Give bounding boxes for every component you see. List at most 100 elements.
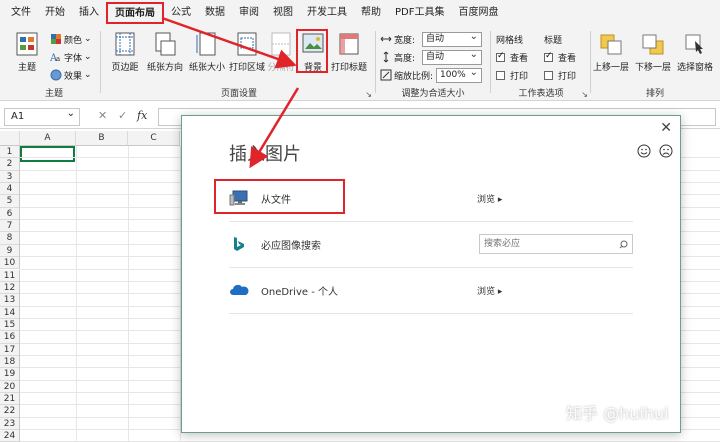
row-header[interactable]: 11 [0, 269, 20, 282]
menu-page-layout[interactable]: 页面布局 [106, 2, 164, 24]
print-titles-button[interactable]: 打印标题 [330, 29, 368, 81]
page-setup-group-label: 页面设置 [220, 89, 257, 99]
row-header[interactable]: 6 [0, 207, 20, 221]
row-header[interactable]: 4 [0, 183, 20, 196]
row-header[interactable]: 20 [0, 380, 20, 393]
fonts-icon: Aa [50, 53, 60, 63]
row-header[interactable]: 1 [0, 146, 20, 159]
send-backward-button[interactable]: 下移一层 [634, 29, 672, 81]
frown-icon[interactable] [659, 144, 673, 158]
close-icon[interactable]: ✕ [660, 120, 672, 136]
scale-spinner[interactable]: 100% [436, 66, 482, 83]
row-header[interactable]: 24 [0, 430, 20, 442]
menu-file[interactable]: 文件 [4, 0, 38, 25]
print-titles-label: 打印标题 [330, 63, 367, 73]
column-header[interactable]: B [76, 131, 128, 146]
bing-search-option[interactable]: 必应图像搜索 [229, 222, 633, 268]
menu-developer[interactable]: 开发工具 [300, 0, 354, 25]
arrange-group-label: 排列 [645, 89, 664, 99]
row-header[interactable]: 14 [0, 306, 20, 319]
theme-button[interactable]: 主题 [8, 29, 46, 81]
row-header[interactable]: 19 [0, 368, 20, 381]
menu-review[interactable]: 审阅 [232, 0, 266, 25]
menu-data[interactable]: 数据 [198, 0, 232, 25]
headings-print-checkbox[interactable]: 打印 [544, 67, 576, 83]
menu-baidu-netdisk[interactable]: 百度网盘 [451, 0, 505, 25]
search-icon[interactable] [619, 240, 628, 249]
row-header[interactable]: 15 [0, 318, 20, 332]
row-header[interactable]: 5 [0, 195, 20, 208]
effects-icon [50, 69, 62, 81]
sheet-options-group-label: 工作表选项 [518, 89, 564, 99]
onedrive-label: OneDrive - 个人 [261, 287, 338, 298]
name-box[interactable]: A1 [4, 106, 80, 126]
row-header[interactable]: 10 [0, 257, 20, 270]
gridlines-print-checkbox[interactable]: 打印 [496, 67, 528, 83]
selection-pane-button[interactable]: 选择窗格 [676, 29, 714, 81]
print-area-icon [237, 32, 257, 56]
fonts-button[interactable]: Aa 字体 ⌄ [50, 49, 92, 65]
dialog-launcher-icon[interactable]: ↘ [581, 90, 588, 99]
insert-function-icon[interactable]: fx [137, 109, 147, 122]
bring-forward-button[interactable]: 上移一层 [592, 29, 630, 81]
size-button[interactable]: 纸张大小 [188, 29, 226, 81]
browse-link[interactable]: 浏览 ▸ [477, 192, 502, 205]
print-area-button[interactable]: 打印区域 [228, 29, 266, 81]
breaks-icon [271, 32, 291, 56]
orientation-button[interactable]: 纸张方向 [146, 29, 184, 81]
menu-view[interactable]: 视图 [266, 0, 300, 25]
row-header[interactable]: 22 [0, 405, 20, 418]
checkbox-icon [496, 70, 505, 80]
scale-group-label: 调整为合适大小 [401, 89, 465, 99]
row-header[interactable]: 3 [0, 170, 20, 184]
menu-insert[interactable]: 插入 [72, 0, 106, 25]
menu-formulas[interactable]: 公式 [164, 0, 198, 25]
menu-home[interactable]: 开始 [38, 0, 72, 25]
menu-help[interactable]: 帮助 [354, 0, 388, 25]
active-cell[interactable] [20, 146, 75, 162]
sheet-options-group: 网格线 查看 打印 标题 查看 打印 工作表选项 ↘ [494, 27, 588, 99]
row-header[interactable]: 7 [0, 220, 20, 233]
scale-row: 缩放比例: [380, 67, 433, 83]
column-header[interactable]: C [128, 131, 180, 146]
row-header[interactable]: 23 [0, 417, 20, 431]
row-header[interactable]: 2 [0, 158, 20, 171]
ribbon-separator [490, 31, 491, 93]
effects-button[interactable]: 效果 ⌄ [50, 67, 92, 83]
orientation-label: 纸张方向 [146, 63, 183, 73]
headings-view-checkbox[interactable]: 查看 [544, 49, 576, 65]
height-select[interactable]: 自动 [422, 48, 482, 65]
width-select[interactable]: 自动 [422, 30, 482, 47]
bing-search-input[interactable] [480, 235, 612, 253]
row-header[interactable]: 8 [0, 232, 20, 245]
row-header[interactable]: 18 [0, 355, 20, 369]
row-header[interactable]: 9 [0, 244, 20, 258]
column-header[interactable]: A [20, 131, 76, 146]
onedrive-option[interactable]: OneDrive - 个人 浏览 ▸ [229, 268, 633, 314]
checkbox-icon [496, 51, 505, 62]
ribbon-separator [100, 31, 101, 93]
smile-icon[interactable] [637, 144, 651, 158]
from-file-highlight [214, 179, 345, 214]
theme-label: 主题 [17, 63, 36, 73]
bring-forward-label: 上移一层 [592, 63, 629, 73]
enter-icon[interactable]: ✓ [118, 109, 127, 122]
scale-icon [380, 69, 392, 81]
row-header[interactable]: 16 [0, 331, 20, 344]
colors-button[interactable]: 颜色 ⌄ [50, 31, 92, 47]
menu-pdf-tools[interactable]: PDF工具集 [388, 0, 451, 25]
row-header[interactable]: 12 [0, 281, 20, 295]
gridlines-view-checkbox[interactable]: 查看 [496, 49, 528, 65]
selection-pane-label: 选择窗格 [676, 63, 713, 73]
cancel-icon[interactable]: ✕ [98, 109, 107, 122]
browse-link[interactable]: 浏览 ▸ [477, 284, 502, 297]
select-all-corner[interactable] [0, 131, 20, 146]
bing-search-box[interactable] [479, 234, 633, 254]
menu-bar: 文件 开始 插入 页面布局 公式 数据 审阅 视图 开发工具 帮助 PDF工具集… [0, 0, 720, 25]
row-header[interactable]: 13 [0, 294, 20, 307]
margins-button[interactable]: 页边距 [106, 29, 144, 81]
row-header[interactable]: 21 [0, 393, 20, 406]
dialog-launcher-icon[interactable]: ↘ [365, 90, 372, 99]
effects-label: 效果 [64, 71, 83, 82]
row-header[interactable]: 17 [0, 343, 20, 356]
